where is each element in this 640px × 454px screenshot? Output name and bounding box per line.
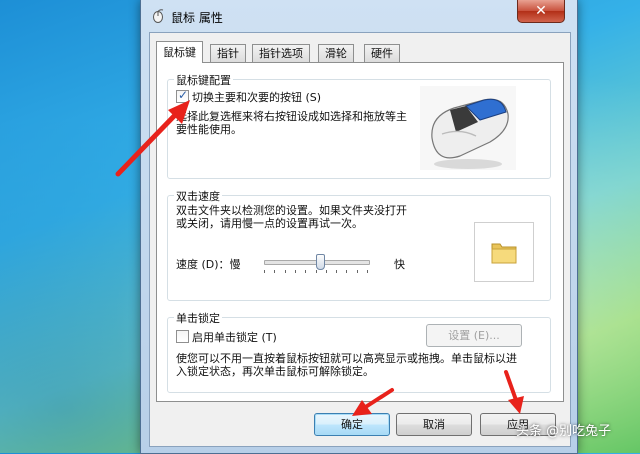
enable-click-lock-checkbox[interactable] — [176, 330, 189, 343]
tab-pointers[interactable]: 指针 — [210, 44, 246, 62]
mouse-icon — [153, 9, 164, 23]
tab-wheel[interactable]: 滑轮 — [318, 44, 354, 62]
enable-click-lock-label[interactable]: 启用单击锁定 (T) — [192, 329, 277, 345]
tab-pointer-options[interactable]: 指针选项 — [252, 44, 310, 62]
double-click-legend: 双击速度 — [174, 188, 222, 204]
annotation-arrow-ok — [352, 388, 394, 416]
slider-tick — [305, 270, 306, 273]
double-click-group: 双击速度 双击文件夹以检测您的设置。如果文件夹没打开或关闭，请用慢一点的设置再试… — [167, 188, 551, 301]
tab-panel-buttons: 鼠标键配置 ✓ 切换主要和次要的按钮 (S) 选择此复选框来将右按钮设成如选择和… — [156, 62, 564, 402]
slider-tick — [264, 270, 265, 273]
speed-fast-label: 快 — [394, 258, 405, 271]
button-config-group: 鼠标键配置 ✓ 切换主要和次要的按钮 (S) 选择此复选框来将右按钮设成如选择和… — [167, 72, 551, 179]
mouse-illustration-icon — [420, 86, 516, 170]
slider-tick — [285, 270, 286, 273]
slider-tick — [336, 270, 337, 273]
watermark: 头条 @别吃兔子 — [516, 424, 612, 439]
slider-tick — [357, 270, 358, 273]
annotation-arrow-checkbox — [115, 100, 190, 177]
slider-tick — [326, 270, 327, 273]
slider-tick — [295, 270, 296, 273]
click-lock-description: 使您可以不用一直按着鼠标按钮就可以高亮显示或拖拽。单击鼠标以进入锁定状态，再次单… — [176, 352, 517, 378]
slider-tick — [346, 270, 347, 273]
speed-slow-label: 速度 (D)：慢 — [176, 258, 241, 271]
button-config-legend: 鼠标键配置 — [174, 72, 233, 88]
cancel-button[interactable]: 取消 — [396, 413, 472, 436]
window-title: 鼠标 属性 — [171, 11, 223, 25]
slider-tick — [367, 270, 368, 273]
slider-tick — [274, 270, 275, 273]
annotation-arrow-apply — [504, 370, 524, 414]
folder-icon[interactable] — [489, 237, 519, 267]
double-click-speed-slider[interactable] — [264, 254, 372, 274]
close-button[interactable]: ✕ — [517, 0, 565, 23]
click-lock-legend: 单击锁定 — [174, 310, 222, 326]
tab-buttons[interactable]: 鼠标键 — [156, 41, 203, 63]
click-lock-group: 单击锁定 启用单击锁定 (T) 设置 (E)... 使您可以不用一直按着鼠标按钮… — [167, 310, 551, 393]
double-click-description: 双击文件夹以检测您的设置。如果文件夹没打开或关闭，请用慢一点的设置再试一次。 — [176, 204, 407, 230]
title-bar[interactable]: 鼠标 属性 ✕ — [141, 0, 577, 32]
button-config-description: 选择此复选框来将右按钮设成如选择和拖放等主要性能使用。 — [176, 110, 407, 136]
test-folder-area[interactable] — [474, 222, 534, 282]
switch-buttons-label[interactable]: 切换主要和次要的按钮 (S) — [192, 89, 321, 105]
slider-thumb[interactable] — [316, 254, 325, 270]
slider-tick — [316, 270, 317, 273]
click-lock-settings-button[interactable]: 设置 (E)... — [426, 324, 522, 347]
tab-hardware[interactable]: 硬件 — [364, 44, 400, 62]
close-icon: ✕ — [535, 3, 547, 19]
